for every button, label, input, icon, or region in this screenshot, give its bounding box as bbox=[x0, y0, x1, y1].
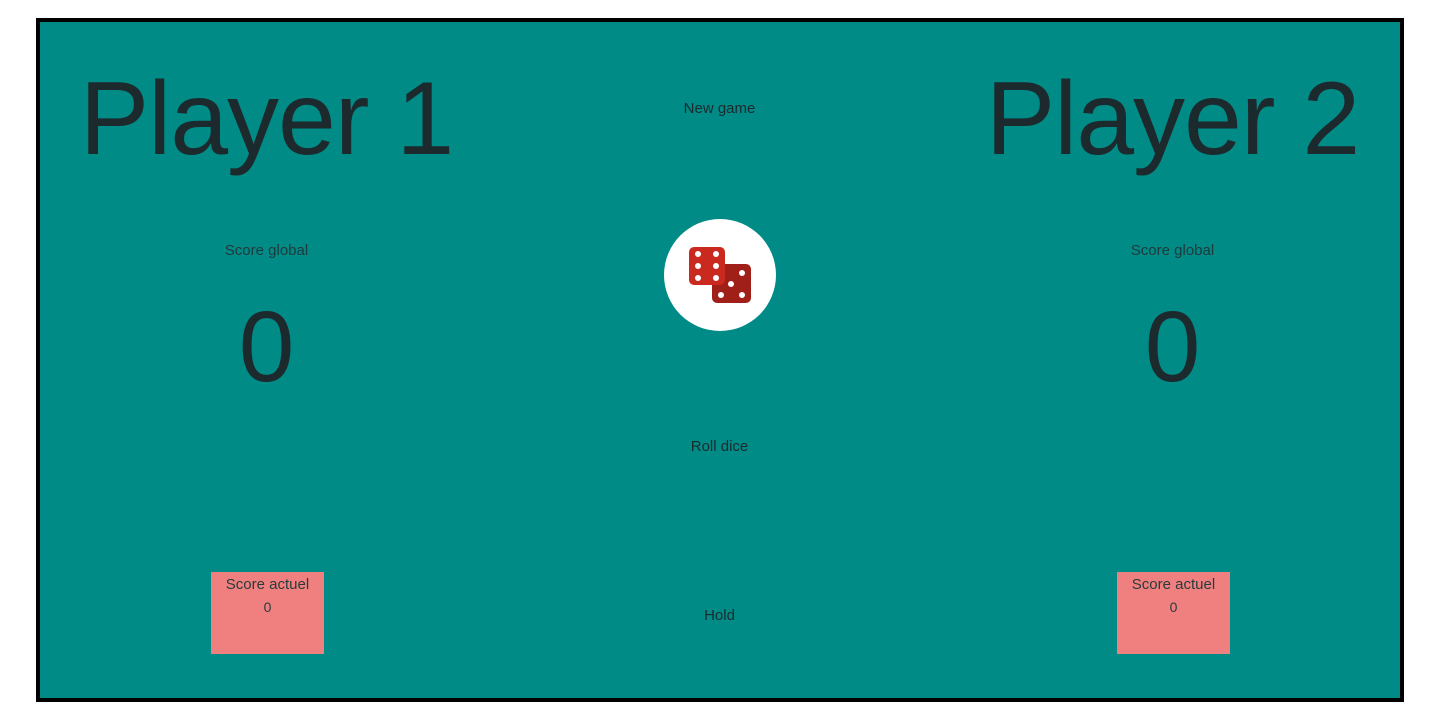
controls-panel: New game Roll dice Hold bbox=[493, 22, 946, 698]
player-1-current-box: Score actuel 0 bbox=[211, 572, 324, 654]
player-2-current-score: 0 bbox=[1169, 599, 1178, 615]
dice-display bbox=[664, 219, 776, 331]
player-2-current-box: Score actuel 0 bbox=[1117, 572, 1230, 654]
roll-dice-button[interactable]: Roll dice bbox=[493, 438, 946, 455]
player-2-current-label: Score actuel bbox=[1131, 576, 1216, 593]
player-1-panel: Player 1 Score global 0 Score actuel 0 bbox=[40, 22, 493, 698]
player-2-panel: Player 2 Score global 0 Score actuel 0 bbox=[946, 22, 1399, 698]
game-board: Player 1 Score global 0 Score actuel 0 N… bbox=[36, 18, 1404, 702]
player-2-global-score: 0 bbox=[1144, 291, 1201, 403]
player-1-name: Player 1 bbox=[79, 61, 455, 177]
player-1-current-label: Score actuel bbox=[225, 576, 310, 593]
new-game-button[interactable]: New game bbox=[493, 100, 946, 117]
dice-icon bbox=[689, 247, 751, 303]
player-1-global-label: Score global bbox=[224, 242, 309, 259]
hold-button[interactable]: Hold bbox=[493, 607, 946, 624]
player-2-name: Player 2 bbox=[985, 61, 1361, 177]
player-1-global-score: 0 bbox=[238, 291, 295, 403]
player-1-current-score: 0 bbox=[263, 599, 272, 615]
player-2-global-label: Score global bbox=[1130, 242, 1215, 259]
